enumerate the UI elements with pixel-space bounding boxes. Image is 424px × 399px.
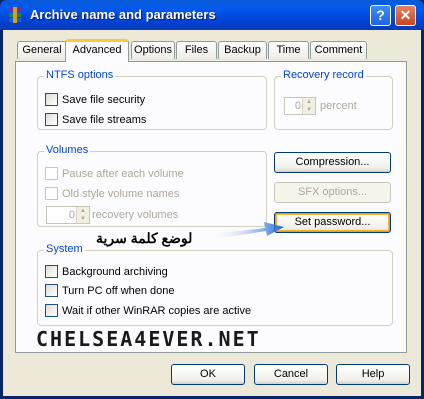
help-button[interactable]: Help <box>336 364 410 385</box>
cancel-button[interactable]: Cancel <box>254 364 328 385</box>
background-archiving-label: Background archiving <box>62 265 168 278</box>
tab-backup[interactable]: Backup <box>218 41 267 59</box>
tab-options[interactable]: Options <box>131 41 175 59</box>
tab-general[interactable]: General <box>17 41 67 59</box>
pause-volume-checkbox[interactable]: Pause after each volume <box>45 167 184 180</box>
turn-off-label: Turn PC off when done <box>62 284 175 297</box>
recovery-percent-value: 0 <box>294 100 301 112</box>
dialog-window: Archive name and parameters ? ✕ General … <box>0 0 424 399</box>
wait-copies-checkbox[interactable]: Wait if other WinRAR copies are active <box>45 304 251 317</box>
checkbox-box[interactable] <box>45 167 58 180</box>
annotation-arrow-icon <box>210 222 284 240</box>
annotation-text: لوضع كلمة سرية <box>96 230 193 246</box>
save-security-label: Save file security <box>62 93 146 106</box>
checkbox-box[interactable] <box>45 284 58 297</box>
help-title-button[interactable]: ? <box>370 5 391 26</box>
wait-copies-label: Wait if other WinRAR copies are active <box>62 304 252 317</box>
recovery-volumes-label: recovery volumes <box>92 209 179 221</box>
advanced-panel: NTFS options Save file security Save fil… <box>15 61 407 353</box>
percent-label: percent <box>320 100 357 112</box>
winrar-icon <box>9 7 21 23</box>
recovery-percent-spinner[interactable]: 0 ▲ ▼ <box>284 97 316 115</box>
checkbox-box[interactable] <box>45 265 58 278</box>
recovery-volumes-spinner[interactable]: 0 ▲ ▼ <box>46 206 90 224</box>
old-names-label: Old style volume names <box>62 187 180 200</box>
window-title: Archive name and parameters <box>30 7 216 22</box>
turn-off-checkbox[interactable]: Turn PC off when done <box>45 284 175 297</box>
spinner-arrows-icon[interactable]: ▲ ▼ <box>302 98 315 114</box>
close-button[interactable]: ✕ <box>395 5 416 26</box>
checkbox-box[interactable] <box>45 304 58 317</box>
save-streams-label: Save file streams <box>62 113 147 126</box>
system-title: System <box>44 243 85 255</box>
ok-button[interactable]: OK <box>171 364 245 385</box>
save-streams-checkbox[interactable]: Save file streams <box>45 113 146 126</box>
tab-time[interactable]: Time <box>268 41 309 59</box>
volumes-title: Volumes <box>44 144 91 156</box>
checkbox-box[interactable] <box>45 93 58 106</box>
background-archiving-checkbox[interactable]: Background archiving <box>45 265 168 278</box>
old-names-checkbox[interactable]: Old style volume names <box>45 187 179 200</box>
recovery-volumes-value: 0 <box>68 209 75 221</box>
checkbox-box[interactable] <box>45 113 58 126</box>
checkbox-box[interactable] <box>45 187 58 200</box>
compression-button[interactable]: Compression... <box>274 152 391 173</box>
spinner-arrows-icon[interactable]: ▲ ▼ <box>76 207 89 223</box>
tab-advanced[interactable]: Advanced <box>65 39 129 62</box>
ntfs-options-title: NTFS options <box>44 69 116 81</box>
tab-comment[interactable]: Comment <box>310 41 367 59</box>
sfx-options-button[interactable]: SFX options... <box>274 182 391 203</box>
watermark-text: CHELSEA4EVER.NET <box>36 327 261 351</box>
tab-files[interactable]: Files <box>176 41 217 59</box>
title-bar[interactable]: Archive name and parameters ? ✕ <box>0 0 424 30</box>
pause-volume-label: Pause after each volume <box>62 167 184 180</box>
recovery-record-title: Recovery record <box>281 69 366 81</box>
set-password-button[interactable]: Set password... <box>274 212 391 233</box>
save-security-checkbox[interactable]: Save file security <box>45 93 145 106</box>
